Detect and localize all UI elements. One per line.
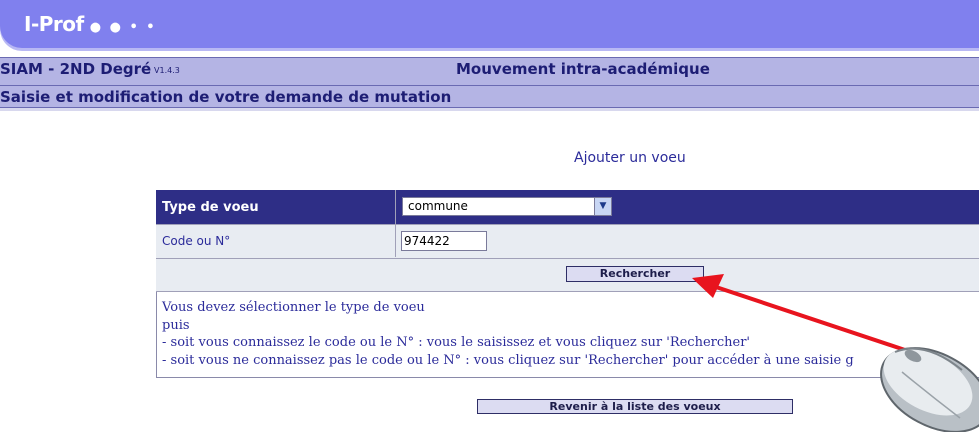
search-button[interactable]: Rechercher — [566, 266, 704, 282]
wish-type-selected-value: commune — [408, 199, 468, 213]
code-row — [156, 224, 979, 258]
subheader-divider — [0, 108, 979, 111]
help-line: - soit vous ne connaissez pas le code ou… — [162, 352, 854, 368]
app-name: SIAM - 2ND Degré — [0, 60, 152, 78]
wish-type-label: Type de voeu — [162, 200, 259, 215]
page-title: Saisie et modification de votre demande … — [0, 88, 452, 106]
action-title: Ajouter un voeu — [574, 150, 686, 166]
code-label: Code ou N° — [162, 234, 231, 248]
back-to-list-button[interactable]: Revenir à la liste des voeux — [477, 399, 793, 414]
chevron-down-icon[interactable]: ▼ — [594, 198, 611, 215]
help-line: puis — [162, 317, 190, 333]
banner-dots: ● ● • • — [89, 20, 157, 35]
help-text: Vous devez sélectionner le type de voeu … — [162, 299, 854, 369]
app-version: V1.4.3 — [154, 66, 180, 75]
banner-title: I-Prof ● ● • • — [24, 12, 157, 36]
app-section-title: Mouvement intra-académique — [456, 60, 710, 78]
help-line: - soit vous connaissez le code ou le N° … — [162, 335, 750, 350]
column-divider — [395, 190, 396, 257]
banner-logo-text: I-Prof — [24, 12, 84, 36]
code-input-value: 974422 — [404, 234, 450, 248]
help-line: Vous devez sélectionner le type de voeu — [162, 300, 425, 315]
